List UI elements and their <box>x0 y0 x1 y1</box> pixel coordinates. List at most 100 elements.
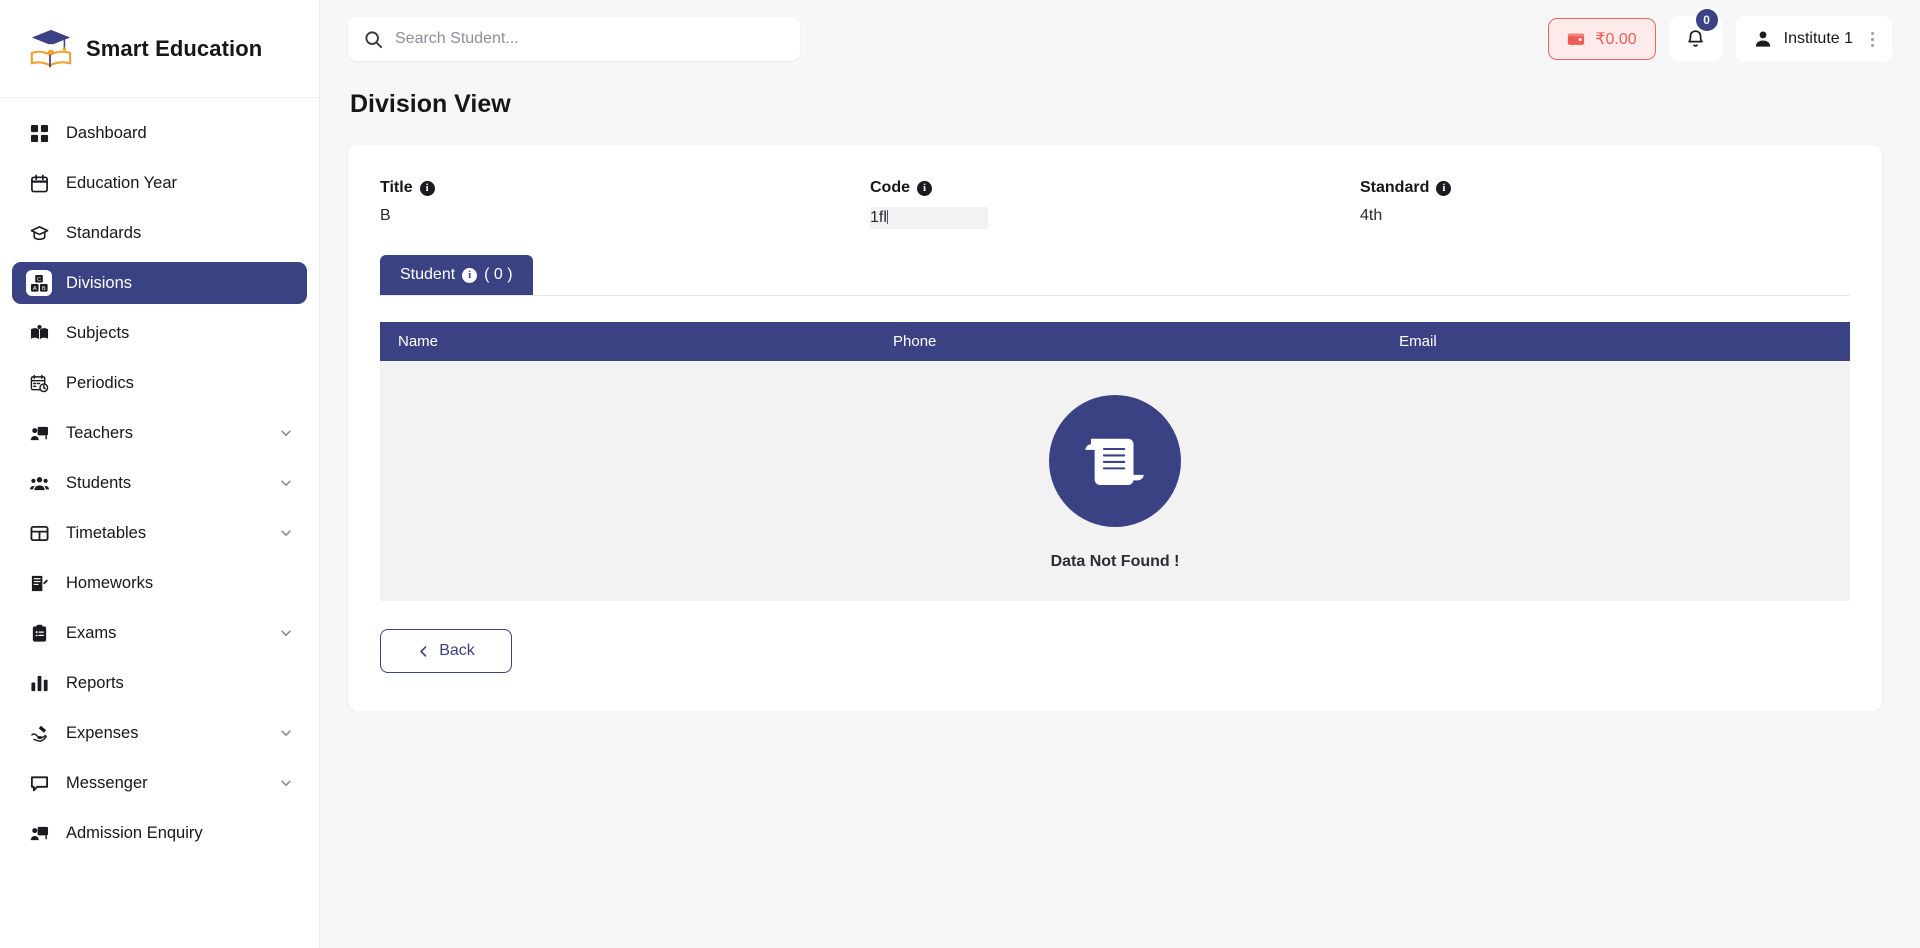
detail-field-standard: Standard i 4th <box>1360 179 1850 229</box>
column-header-email[interactable]: Email <box>1383 322 1850 361</box>
clipboard-list-icon <box>26 620 52 646</box>
sidebar-item-periodics[interactable]: Periodics <box>12 362 307 404</box>
kebab-menu-icon[interactable] <box>1865 31 1880 47</box>
table-header-row: Name Phone Email <box>380 322 1850 361</box>
notification-count-badge: 0 <box>1695 9 1718 31</box>
scroll-document-icon <box>1085 438 1144 486</box>
sidebar-item-label: Expenses <box>66 723 139 742</box>
person-board-icon <box>26 820 52 846</box>
table-icon <box>26 520 52 546</box>
grid-icon <box>26 120 52 146</box>
blocks-abc-icon: CAB <box>26 270 52 296</box>
table-body: Data Not Found ! <box>380 361 1850 601</box>
chevron-down-icon[interactable] <box>279 476 293 490</box>
notifications-button[interactable]: 0 <box>1669 9 1722 62</box>
sidebar-item-dashboard[interactable]: Dashboard <box>12 112 307 154</box>
wallet-icon <box>1568 33 1585 45</box>
sidebar: Smart Education Dashboard Education Year <box>0 0 320 948</box>
sidebar-item-label: Divisions <box>66 273 133 292</box>
info-icon[interactable]: i <box>419 180 435 196</box>
detail-field-code: Code i 1fl <box>870 179 1360 229</box>
detail-label-text: Code <box>870 179 910 196</box>
app-root: Smart Education Dashboard Education Year <box>0 0 1920 948</box>
sidebar-item-students[interactable]: Students <box>12 462 307 504</box>
graduation-cap-icon <box>26 220 52 246</box>
division-details-card: Title i B Code i 1fl Standard i 4th Stud… <box>348 145 1882 711</box>
user-avatar-icon <box>1755 31 1770 47</box>
chevron-down-icon[interactable] <box>279 776 293 790</box>
sidebar-item-expenses[interactable]: Expenses <box>12 712 307 754</box>
sidebar-item-label: Students <box>66 473 132 492</box>
calendar-clock-icon <box>26 370 52 396</box>
detail-label-text: Standard <box>1360 179 1430 196</box>
svg-text:A: A <box>32 286 36 292</box>
brand[interactable]: Smart Education <box>0 0 319 98</box>
detail-label-text: Title <box>380 179 413 196</box>
info-icon[interactable]: i <box>917 180 932 196</box>
sidebar-item-subjects[interactable]: Subjects <box>12 312 307 354</box>
empty-state-illustration <box>1049 395 1181 527</box>
empty-state-cell: Data Not Found ! <box>380 361 1850 601</box>
empty-state-text: Data Not Found ! <box>1050 553 1180 570</box>
sidebar-item-label: Timetables <box>66 523 147 542</box>
bell-icon <box>1688 29 1703 47</box>
detail-value-wrap: 1fl <box>870 207 1360 229</box>
info-icon[interactable]: i <box>1436 180 1452 196</box>
sidebar-item-homeworks[interactable]: Homeworks <box>12 562 307 604</box>
column-header-name[interactable]: Name <box>380 322 878 361</box>
sidebar-item-reports[interactable]: Reports <box>12 662 307 704</box>
user-menu[interactable]: Institute 1 <box>1735 16 1892 62</box>
detail-label: Title i <box>380 179 870 197</box>
sidebar-item-label: Dashboard <box>66 123 147 142</box>
sidebar-item-label: Subjects <box>66 323 130 342</box>
calendar-icon <box>26 170 52 196</box>
main-area: ₹0.00 0 Institute 1 <box>320 0 1920 948</box>
document-pen-icon <box>26 570 52 596</box>
sidebar-item-exams[interactable]: Exams <box>12 612 307 654</box>
detail-value: B <box>380 207 391 224</box>
back-button[interactable]: Back <box>380 629 512 673</box>
column-header-phone[interactable]: Phone <box>877 322 1384 361</box>
chevron-down-icon[interactable] <box>279 426 293 440</box>
sidebar-item-label: Periodics <box>66 373 134 392</box>
sidebar-nav: Dashboard Education Year Standards CAB D… <box>0 98 319 862</box>
sidebar-item-messenger[interactable]: Messenger <box>12 762 307 804</box>
sidebar-item-label: Admission Enquiry <box>66 823 203 842</box>
detail-label: Standard i <box>1360 179 1850 197</box>
sidebar-item-education-year[interactable]: Education Year <box>12 162 307 204</box>
svg-text:C: C <box>36 277 40 283</box>
wallet-balance-button[interactable]: ₹0.00 <box>1548 18 1656 60</box>
students-table: Name Phone Email Data Not Found ! <box>380 322 1850 601</box>
open-book-icon <box>26 320 52 346</box>
svg-text:B: B <box>41 286 45 292</box>
sidebar-item-teachers[interactable]: Teachers <box>12 412 307 454</box>
tab-student[interactable]: Student i ( 0 ) <box>380 255 533 295</box>
brand-name: Smart Education <box>86 35 263 61</box>
sidebar-item-divisions[interactable]: CAB Divisions <box>12 262 307 304</box>
tab-label: Student <box>400 266 456 283</box>
info-icon[interactable]: i <box>462 267 478 283</box>
search-box[interactable] <box>348 17 800 61</box>
graduation-cap-book-logo <box>30 29 72 67</box>
detail-fields: Title i B Code i 1fl Standard i 4th <box>380 179 1850 229</box>
chevron-down-icon[interactable] <box>279 526 293 540</box>
detail-field-title: Title i B <box>380 179 870 229</box>
sidebar-item-timetables[interactable]: Timetables <box>12 512 307 554</box>
topbar: ₹0.00 0 Institute 1 <box>320 0 1920 78</box>
sidebar-item-admission-enquiry[interactable]: Admission Enquiry <box>12 812 307 854</box>
sidebar-item-label: Reports <box>66 673 124 692</box>
sidebar-item-standards[interactable]: Standards <box>12 212 307 254</box>
search-icon <box>365 30 383 48</box>
search-input[interactable] <box>395 30 784 48</box>
page-title: Division View <box>350 90 511 118</box>
sidebar-item-label: Messenger <box>66 773 148 792</box>
sidebar-item-label: Standards <box>66 223 142 242</box>
page-content: Division View Title i B Code i 1fl Stand… <box>320 78 1920 711</box>
chevron-down-icon[interactable] <box>279 726 293 740</box>
chevron-down-icon[interactable] <box>279 626 293 640</box>
sidebar-item-label: Education Year <box>66 173 178 192</box>
empty-state-row: Data Not Found ! <box>380 361 1850 601</box>
wallet-amount: ₹0.00 <box>1595 31 1637 48</box>
detail-value: 1fl <box>870 209 887 226</box>
topbar-actions: ₹0.00 0 Institute 1 <box>1548 9 1892 62</box>
